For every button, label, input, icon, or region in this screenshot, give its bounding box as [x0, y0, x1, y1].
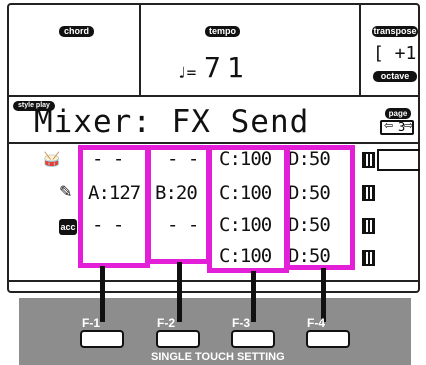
f2-button[interactable]	[156, 330, 200, 348]
page-label: page	[385, 108, 411, 119]
selection-cursor	[377, 149, 420, 171]
header-divider-right	[359, 5, 361, 95]
page-box: ⇦ 3 ⇨	[380, 120, 414, 135]
header-divider-left	[139, 5, 141, 95]
keyboard-icon[interactable]	[362, 185, 375, 201]
f3-label: F-3	[232, 316, 250, 330]
f2-label: F-2	[157, 316, 175, 330]
transpose-value: [ +1	[373, 43, 417, 64]
arrow-left-icon: ⇦	[384, 120, 394, 132]
page-indicator[interactable]: page ⇦ 3 ⇨	[380, 108, 414, 136]
keyboard-icon[interactable]	[362, 218, 375, 234]
header-divider	[9, 95, 418, 97]
single-touch-caption: SINGLE TOUCH SETTING	[151, 351, 285, 363]
column-b-highlight	[146, 145, 211, 264]
data-bottom-divider	[9, 280, 418, 282]
tempo-symbol: ♩=	[177, 63, 197, 82]
guitar-icon: ✎	[59, 184, 73, 201]
f3-button[interactable]	[231, 330, 275, 348]
f1-label: F-1	[82, 316, 100, 330]
page-title: Mixer: FX Send	[34, 104, 310, 140]
connector-line	[251, 271, 256, 322]
f4-button[interactable]	[306, 330, 350, 348]
column-c-highlight	[207, 145, 289, 273]
connector-line	[100, 266, 105, 322]
keyboard-icon[interactable]	[362, 250, 375, 266]
f4-label: F-4	[307, 316, 325, 330]
keyboard-icon[interactable]	[362, 152, 375, 168]
octave-label: octave	[373, 71, 417, 82]
drum-kit-icon: 🥁	[43, 151, 61, 167]
tempo-label: tempo	[205, 26, 240, 37]
connector-line	[177, 262, 182, 322]
tempo-value: 71	[204, 51, 250, 84]
column-d-highlight	[285, 145, 355, 270]
connector-line	[321, 268, 326, 322]
acc-icon: acc	[59, 219, 77, 235]
chord-label: chord	[59, 26, 94, 37]
f1-button[interactable]	[80, 330, 124, 348]
title-divider	[9, 142, 418, 144]
column-a-highlight	[78, 145, 150, 268]
transpose-label: transpose	[372, 26, 418, 37]
arrow-right-icon: ⇨	[404, 120, 414, 132]
